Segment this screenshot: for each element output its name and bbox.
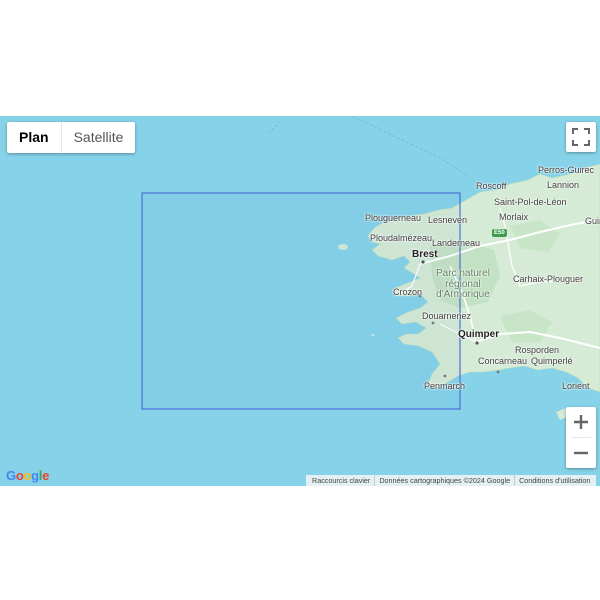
keyboard-shortcuts-link[interactable]: Raccourcis clavier (308, 475, 374, 486)
fullscreen-icon (572, 128, 590, 146)
place-dot (421, 260, 425, 264)
place-parc-armorique: Parc naturel régional d'Armorique (436, 268, 490, 301)
place-perros-guirec: Perros-Guirec (538, 165, 595, 175)
place-dot (496, 370, 500, 374)
road-shield-e50: E50 (492, 229, 507, 237)
zoom-out-button[interactable] (566, 438, 596, 468)
ferry-line (351, 116, 469, 177)
place-dot (431, 321, 435, 325)
park-label-line3: d'Armorique (436, 289, 490, 300)
fullscreen-button[interactable] (566, 122, 596, 152)
place-lorient: Lorient (562, 381, 590, 391)
place-dot (475, 341, 479, 345)
place-concarneau: Concarneau (478, 356, 528, 366)
place-saint-pol-de-leon: Saint-Pol-de-Léon (494, 197, 567, 207)
place-lannion: Lannion (547, 180, 580, 190)
map-type-plan-button[interactable]: Plan (7, 122, 61, 153)
zoom-control (566, 407, 596, 468)
place-guin: Guin (585, 216, 600, 226)
place-quimperle: Quimperlé (531, 356, 573, 366)
map-canvas[interactable]: Perros-Guirec Roscoff Lannion Saint-Pol-… (0, 116, 600, 486)
map-data-attribution: Données cartographiques ©2024 Google (374, 475, 514, 486)
google-logo[interactable]: Google (6, 468, 49, 483)
logo-letter: o (23, 468, 32, 483)
place-douarnenez: Douarnenez (422, 311, 472, 321)
logo-letter: G (6, 468, 16, 483)
place-roscoff: Roscoff (476, 181, 507, 191)
place-morlaix: Morlaix (499, 212, 529, 222)
place-penmarch: Penmarch (424, 381, 466, 391)
place-dot (443, 374, 447, 378)
map-type-satellite-button[interactable]: Satellite (62, 122, 136, 153)
logo-letter: g (31, 468, 39, 483)
plus-icon (574, 415, 588, 429)
place-rosporden: Rosporden (515, 345, 560, 355)
place-plouguerneau: Plouguerneau (365, 213, 422, 223)
place-quimper: Quimper (458, 329, 500, 340)
park-label-line1: Parc naturel (436, 268, 490, 279)
logo-letter: e (42, 468, 50, 483)
place-brest: Brest (412, 249, 438, 260)
place-landerneau: Landerneau (432, 238, 481, 248)
place-ploudalmezeau: Ploudalmézeau (370, 233, 433, 243)
place-carhaix-plouguer: Carhaix-Plouguer (513, 274, 584, 284)
map-base-layer (141, 116, 600, 420)
terms-of-use-link[interactable]: Conditions d'utilisation (514, 475, 594, 486)
place-lesneven: Lesneven (428, 215, 468, 225)
minus-icon (574, 451, 588, 455)
attribution-bar: Raccourcis clavier Données cartographiqu… (306, 475, 597, 486)
map-type-control: Plan Satellite (7, 122, 136, 153)
zoom-in-button[interactable] (566, 407, 596, 437)
selection-rectangle (141, 192, 461, 410)
ferry-line (267, 119, 283, 135)
place-crozon: Crozon (393, 287, 423, 297)
